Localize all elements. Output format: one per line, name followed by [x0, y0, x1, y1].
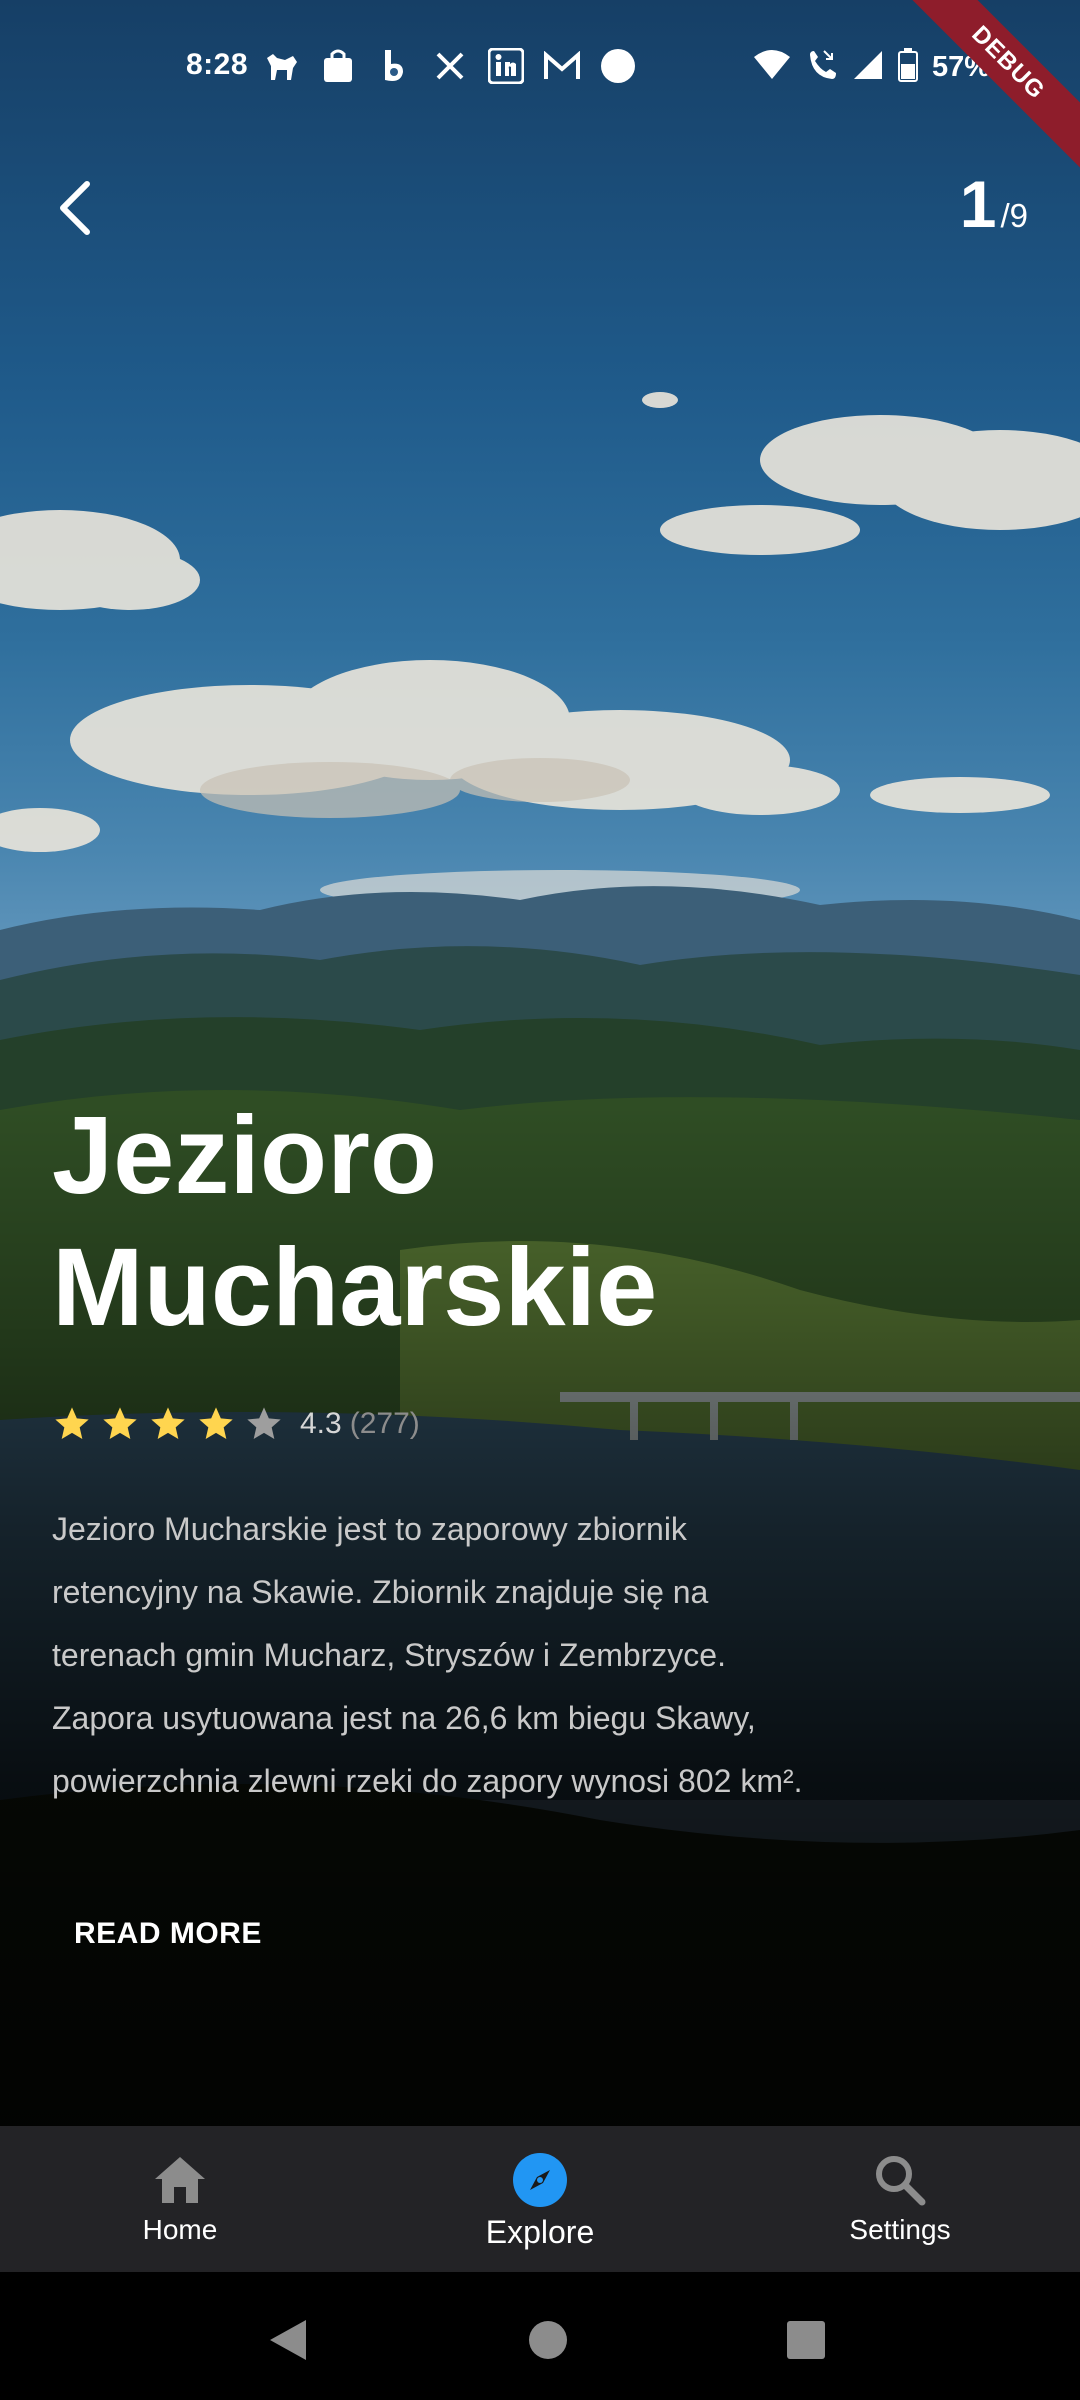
screen: 8:28 57% DEBUG 1 /9 Jezioro Mucharskie 4…: [0, 0, 1080, 2400]
bottom-navigation: Home Explore Settings: [0, 2126, 1080, 2272]
place-title: Jezioro Mucharskie: [52, 1090, 952, 1354]
star-filled-icon: [55, 1407, 89, 1439]
notification-icons: [262, 46, 638, 86]
circle-icon: [598, 46, 638, 86]
home-icon: [152, 2152, 208, 2208]
system-back-button[interactable]: [258, 2310, 318, 2370]
rating-count: (277): [349, 1407, 420, 1440]
back-button[interactable]: [46, 172, 104, 244]
read-more-button[interactable]: READ MORE: [52, 1906, 284, 1962]
nav-label-home: Home: [142, 2214, 218, 2245]
compass-icon: [512, 2152, 568, 2208]
triangle-back-icon: [270, 2320, 306, 2360]
nav-item-explore[interactable]: Explore: [360, 2126, 720, 2272]
nav-label-settings: Settings: [849, 2214, 951, 2245]
place-title-line2: Mucharskie: [52, 1226, 658, 1349]
star-filled-icon: [103, 1407, 137, 1439]
square-recents-icon: [787, 2321, 825, 2359]
star-filled-icon: [151, 1407, 185, 1439]
search-icon: [872, 2152, 928, 2208]
status-time: 8:28: [186, 48, 249, 81]
system-navigation-bar: [0, 2272, 1080, 2400]
system-status-icons: 57%: [752, 48, 990, 87]
nav-item-settings[interactable]: Settings: [720, 2126, 1080, 2272]
star-filled-icon: [199, 1407, 233, 1439]
place-description: Jezioro Mucharskie jest to zaporowy zbio…: [52, 1498, 952, 1813]
description-line: retencyjny na Skawie. Zbiornik znajduje …: [52, 1574, 709, 1610]
circle-home-icon: [529, 2321, 567, 2359]
linkedin-icon: [486, 46, 526, 86]
description-line: terenach gmin Mucharz, Stryszów i Zembrz…: [52, 1637, 726, 1673]
description-line: Zapora usytuowana jest na 26,6 km biegu …: [52, 1700, 756, 1736]
nav-item-home[interactable]: Home: [0, 2126, 360, 2272]
shopping-bag-icon: [318, 46, 358, 86]
chevron-left-icon: [60, 181, 90, 235]
system-recents-button[interactable]: [776, 2310, 836, 2370]
wifi-icon: [752, 49, 792, 86]
star-empty-icon: [247, 1407, 281, 1439]
place-title-line1: Jezioro: [52, 1094, 438, 1217]
description-line: Jezioro Mucharskie jest to zaporowy zbio…: [52, 1511, 687, 1547]
rating-value: 4.3: [300, 1407, 342, 1440]
current-page: 1: [959, 167, 997, 241]
call-icon: [806, 49, 838, 86]
battery-icon: [898, 48, 918, 87]
page-indicator: 1 /9: [960, 166, 1028, 242]
rating-row: 4.3 (277): [52, 1404, 420, 1444]
total-pages: /9: [1000, 197, 1028, 234]
nav-label-explore: Explore: [485, 2214, 595, 2250]
b-icon: [374, 46, 414, 86]
system-home-button[interactable]: [518, 2310, 578, 2370]
description-line: powierzchnia zlewni rzeki do zapory wyno…: [52, 1763, 803, 1799]
status-bar: 8:28 57%: [0, 38, 1080, 98]
x-icon: [430, 46, 470, 86]
paw-icon: [262, 46, 302, 86]
gmail-icon: [542, 46, 582, 86]
signal-icon: [852, 49, 884, 86]
